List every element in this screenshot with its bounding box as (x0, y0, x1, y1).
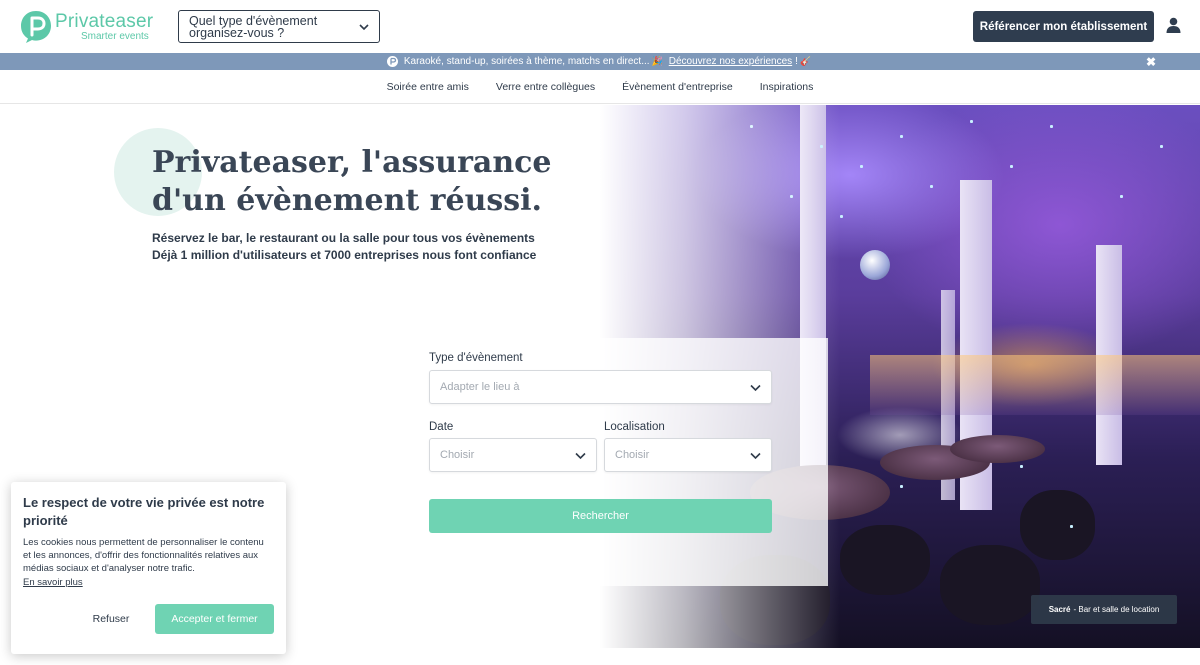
cookie-title: Le respect de votre vie privée est notre… (23, 495, 265, 528)
promo-banner: Karaoké, stand-up, soirées à thème, matc… (0, 53, 1200, 70)
logo[interactable]: Privateaser Smarter events (20, 9, 153, 45)
venue-credit-desc: - Bar et salle de location (1073, 605, 1160, 614)
hero-subtitle-line2: Déjà 1 million d'utilisateurs et 7000 en… (152, 248, 537, 262)
list-venue-button[interactable]: Référencer mon établissement (973, 11, 1154, 42)
main-nav: Soirée entre amis Verre entre collègues … (0, 70, 1200, 104)
close-icon[interactable]: ✖ (1146, 55, 1156, 69)
location-placeholder: Choisir (615, 449, 650, 461)
promo-suffix: ! (795, 56, 798, 67)
cookie-text: Les cookies nous permettent de personnal… (23, 537, 264, 574)
location-dropdown[interactable]: Choisir (604, 438, 772, 472)
venue-credit-name: Sacré (1048, 605, 1071, 614)
search-button[interactable]: Rechercher (429, 499, 772, 533)
nav-item-colleagues[interactable]: Verre entre collègues (496, 81, 595, 93)
privateaser-badge-icon (386, 56, 398, 67)
nav-item-inspirations[interactable]: Inspirations (760, 81, 814, 93)
hero-subtitle-line1: Réservez le bar, le restaurant ou la sal… (152, 231, 535, 245)
user-icon[interactable] (1166, 17, 1181, 38)
hero-title: Privateaser, l'assurance d'un évènement … (152, 145, 552, 218)
chevron-down-icon (575, 451, 586, 463)
nav-item-corporate[interactable]: Évènement d'entreprise (622, 81, 733, 93)
location-label: Localisation (604, 421, 665, 433)
guitar-icon: 🎸 (799, 56, 812, 66)
chevron-down-icon (359, 21, 369, 33)
event-type-placeholder: Adapter le lieu à (440, 381, 520, 393)
date-dropdown[interactable]: Choisir (429, 438, 597, 472)
venue-credit[interactable]: Sacré - Bar et salle de location (1031, 595, 1177, 624)
date-label: Date (429, 421, 454, 433)
logo-tagline: Smarter events (81, 31, 149, 42)
hero-subtitle: Réservez le bar, le restaurant ou la sal… (152, 230, 602, 264)
logo-name: Privateaser (55, 11, 154, 32)
cookie-learn-more-link[interactable]: En savoir plus (23, 577, 274, 588)
privateaser-p-icon (20, 10, 52, 44)
cookie-refuse-button[interactable]: Refuser (81, 605, 141, 633)
party-popper-icon: 🎉 (651, 56, 663, 66)
event-type-select-label: Quel type d'évènement organisez-vous ? (189, 14, 318, 40)
event-type-dropdown[interactable]: Adapter le lieu à (429, 370, 772, 404)
promo-text: Karaoké, stand-up, soirées à thème, matc… (403, 56, 650, 67)
chevron-down-icon (750, 451, 761, 463)
nav-item-friends[interactable]: Soirée entre amis (387, 81, 469, 93)
event-type-select[interactable]: Quel type d'évènement organisez-vous ? (178, 10, 380, 43)
date-placeholder: Choisir (440, 449, 475, 461)
event-type-label: Type d'évènement (429, 352, 523, 364)
promo-link[interactable]: Découvrez nos expériences (669, 56, 792, 67)
chevron-down-icon (750, 383, 761, 395)
cookie-banner: Le respect de votre vie privée est notre… (11, 482, 286, 654)
cookie-accept-button[interactable]: Accepter et fermer (155, 604, 274, 634)
header: Privateaser Smarter events Quel type d'é… (0, 0, 1200, 53)
